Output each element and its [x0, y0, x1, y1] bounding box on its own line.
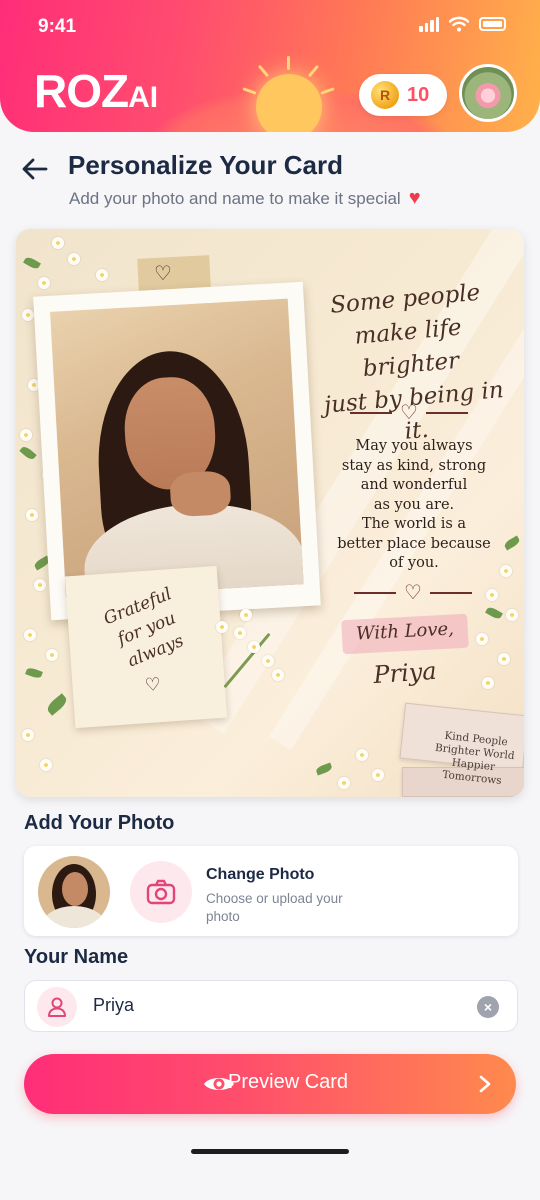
add-photo-label: Add Your Photo: [24, 812, 175, 834]
home-indicator[interactable]: [191, 1149, 349, 1154]
message-line: May you always: [355, 438, 473, 454]
change-photo-title[interactable]: Change Photo: [206, 866, 314, 884]
name-field[interactable]: ×: [24, 980, 518, 1032]
card-signature: Priya: [372, 656, 438, 690]
app-logo[interactable]: ROZAI: [34, 64, 158, 118]
photo-thumbnail[interactable]: [38, 856, 110, 928]
battery-icon: [479, 17, 506, 31]
divider-heart-icon: ♡: [400, 402, 418, 424]
status-icons: [419, 16, 506, 32]
chevron-right-icon: [479, 1075, 491, 1093]
message-line: of you.: [389, 555, 439, 571]
coin-count: 10: [407, 83, 430, 106]
status-time: 9:41: [38, 16, 77, 37]
message-line: stay as kind, strong: [341, 457, 487, 474]
page-subtitle: Add your photo and name to make it speci…: [69, 187, 421, 210]
tape-decoration: [137, 255, 211, 291]
name-input[interactable]: [93, 995, 453, 1016]
logo-suffix: AI: [128, 81, 159, 114]
message-line: and wonderful: [360, 477, 468, 493]
coin-balance[interactable]: R 10: [359, 74, 447, 116]
signal-icon: [419, 16, 439, 32]
change-photo-button[interactable]: [130, 861, 192, 923]
preview-card-label: Preview Card: [228, 1071, 349, 1093]
card-preview: ♡ Grateful for you always ♡ Some people …: [16, 229, 524, 797]
tape-heart-icon: ♡: [154, 263, 172, 285]
logo-main: ROZ: [34, 65, 129, 117]
back-arrow-icon[interactable]: [20, 154, 50, 184]
coin-icon: R: [371, 81, 399, 109]
change-photo-subtitle: Choose or upload your photo: [206, 891, 343, 924]
sun-decoration: [256, 74, 322, 132]
preview-card-button[interactable]: Preview Card: [24, 1054, 516, 1114]
wifi-icon: [449, 16, 469, 32]
message-line: better place because: [337, 535, 491, 552]
sun-ray: [307, 64, 320, 78]
divider-top: ♡: [350, 403, 468, 423]
message-line: The world is a: [361, 516, 467, 532]
page-title: Personalize Your Card: [68, 150, 344, 180]
message-line: as you are.: [373, 496, 455, 513]
card-quote: Some people make life brighter just by b…: [299, 274, 523, 457]
heart-icon: ♥: [408, 187, 421, 209]
clear-icon[interactable]: ×: [477, 996, 499, 1018]
profile-avatar[interactable]: [459, 64, 517, 122]
sun-ray: [287, 56, 290, 70]
card-photo: [50, 298, 304, 598]
card-message: May you always stay as kind, strong and …: [334, 437, 494, 574]
card-note: Grateful for you always ♡: [64, 565, 228, 729]
app-header: 9:41 ROZAI R 10: [0, 0, 540, 132]
camera-icon: [146, 879, 176, 905]
note-heart-icon: ♡: [143, 674, 162, 696]
sun-ray: [257, 64, 270, 78]
note-text: Grateful for you always: [78, 573, 216, 685]
page-subtitle-text: Add your photo and name to make it speci…: [69, 188, 401, 208]
photo-picker[interactable]: Change Photo Choose or upload your photo: [24, 846, 518, 936]
user-icon: [37, 987, 77, 1027]
book-text: Kind People Brighter World Happier Tomor…: [424, 728, 524, 790]
divider-heart-icon: ♡: [404, 582, 422, 604]
your-name-label: Your Name: [24, 946, 129, 968]
divider-bottom: ♡: [354, 583, 472, 603]
